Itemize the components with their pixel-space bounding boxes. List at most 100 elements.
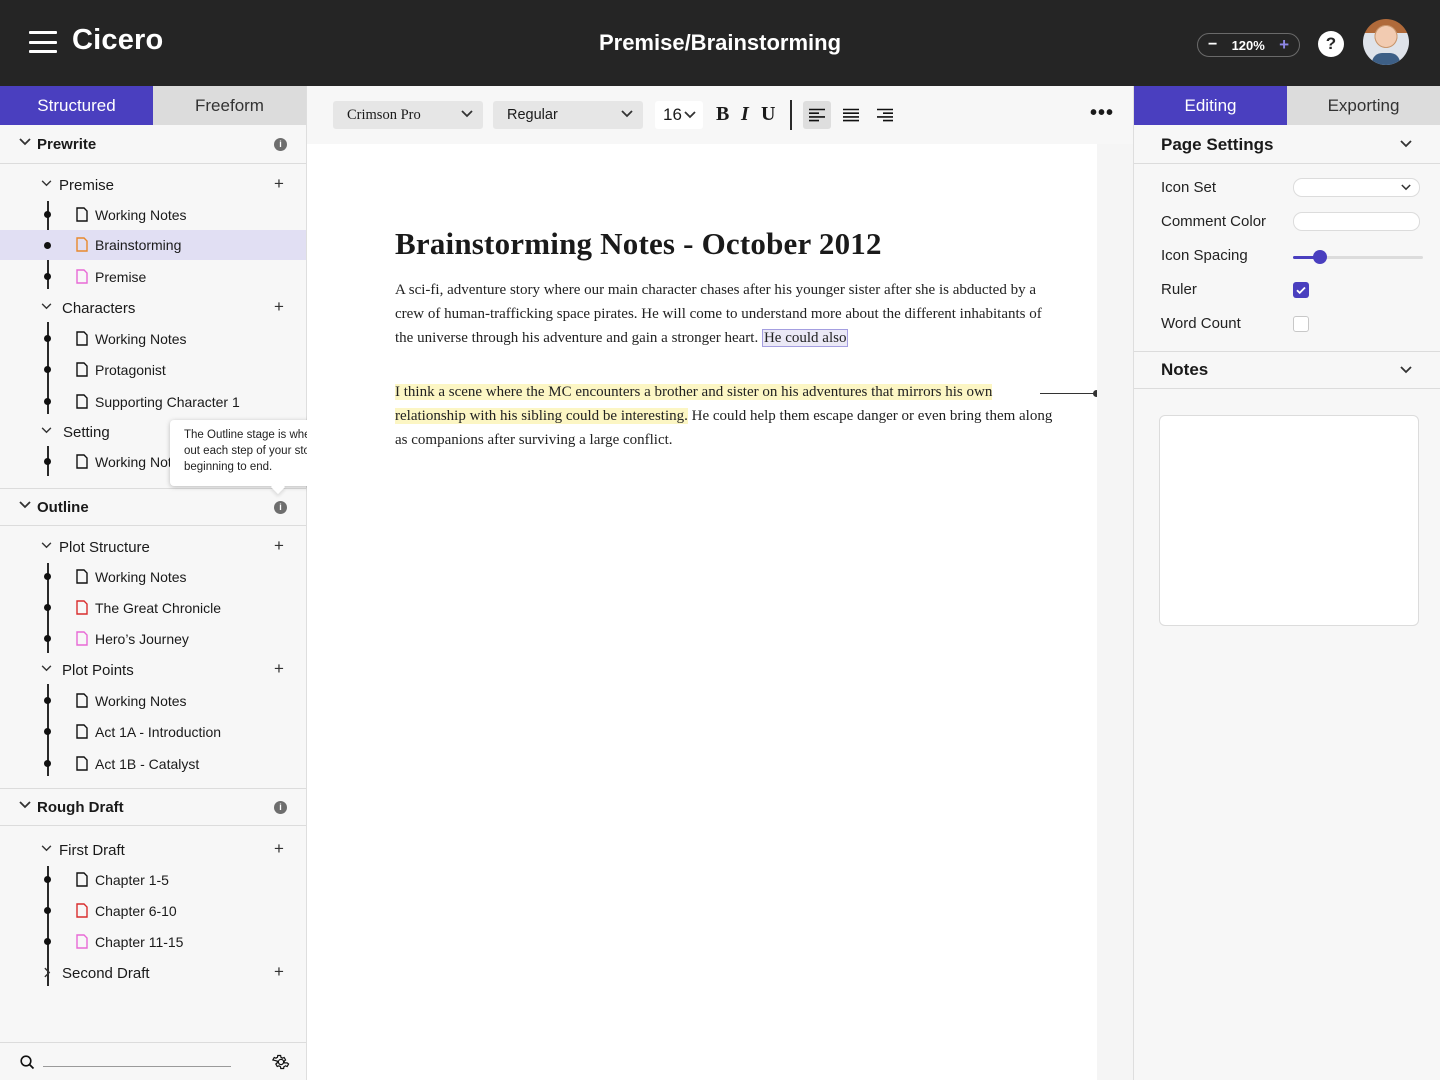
page-settings-header[interactable]: Page Settings <box>1134 126 1440 164</box>
align-left-button[interactable] <box>803 101 831 129</box>
section-rough-draft[interactable]: Rough Draft i <box>0 788 306 826</box>
zoom-level: 120% <box>1231 37 1265 53</box>
document-icon <box>76 207 88 222</box>
document-heading[interactable]: Brainstorming Notes - October 2012 <box>395 226 882 262</box>
tree-item[interactable]: Working Notes <box>0 200 306 230</box>
italic-button[interactable]: I <box>741 103 749 126</box>
font-family-select[interactable]: Crimson Pro <box>333 101 483 129</box>
add-icon[interactable]: + <box>274 962 284 982</box>
item-label: Chapter 1-5 <box>95 872 169 888</box>
slider-thumb[interactable] <box>1313 250 1328 264</box>
group-premise[interactable]: Premise + <box>0 171 306 199</box>
document-icon <box>76 631 88 646</box>
ruler-checkbox[interactable] <box>1293 282 1309 298</box>
tree-item[interactable]: The Great Chronicle <box>0 593 306 623</box>
paragraph-1[interactable]: A sci-fi, adventure story where our main… <box>395 278 1060 350</box>
checkmark-icon <box>1296 286 1306 295</box>
font-size-value: 16 <box>663 105 682 124</box>
tree-item[interactable]: Premise <box>0 262 306 292</box>
item-label: Chapter 6-10 <box>95 903 177 919</box>
comment-connector <box>1040 393 1095 394</box>
add-icon[interactable]: + <box>274 659 284 679</box>
tree-item[interactable]: Supporting Character 1 <box>0 387 306 417</box>
tree-item[interactable]: Chapter 11-15 <box>0 927 306 957</box>
document-icon <box>76 872 88 887</box>
zoom-control: − 120% + <box>1197 33 1300 57</box>
paragraph-2[interactable]: I think a scene where the MC encounters … <box>395 380 1060 452</box>
underline-button[interactable]: U <box>761 103 775 126</box>
section-prewrite[interactable]: Prewrite i <box>0 126 306 164</box>
group-second-draft[interactable]: Second Draft + <box>0 959 306 987</box>
chevron-right-icon <box>44 967 51 978</box>
gear-icon[interactable] <box>272 1053 290 1071</box>
help-icon[interactable]: ? <box>1318 31 1344 57</box>
selected-text[interactable]: He could also <box>761 329 849 347</box>
group-first-draft[interactable]: First Draft + <box>0 836 306 864</box>
icon-set-label: Icon Set <box>1161 179 1217 196</box>
notes-header[interactable]: Notes <box>1134 351 1440 389</box>
tree-item[interactable]: Hero’s Journey <box>0 624 306 654</box>
icon-spacing-slider[interactable] <box>1293 250 1423 264</box>
notes-textarea[interactable] <box>1159 415 1419 626</box>
paragraph-text: A sci-fi, adventure story where our main… <box>395 282 1042 346</box>
tree-item[interactable]: Working Notes <box>0 324 306 354</box>
zoom-out-button[interactable]: − <box>1208 36 1217 54</box>
info-icon[interactable]: i <box>274 501 287 514</box>
add-icon[interactable]: + <box>274 297 284 317</box>
font-weight-select[interactable]: Regular <box>493 101 643 129</box>
chevron-down-icon <box>19 801 31 809</box>
add-icon[interactable]: + <box>274 174 284 194</box>
add-icon[interactable]: + <box>274 839 284 859</box>
tree-item[interactable]: Act 1A - Introduction <box>0 717 306 747</box>
document-icon <box>76 237 88 252</box>
group-plot-points[interactable]: Plot Points + <box>0 656 306 684</box>
item-label: Brainstorming <box>95 237 182 253</box>
document-page[interactable]: Brainstorming Notes - October 2012 A sci… <box>307 144 1122 1080</box>
tab-structured[interactable]: Structured <box>0 86 153 125</box>
info-icon[interactable]: i <box>274 138 287 151</box>
info-icon[interactable]: i <box>274 801 287 814</box>
tree-item[interactable]: Chapter 1-5 <box>0 865 306 895</box>
tree-item[interactable]: Working Notes <box>0 562 306 592</box>
chevron-down-icon <box>41 542 52 549</box>
tree-item[interactable]: Protagonist <box>0 355 306 385</box>
tree-item[interactable]: Chapter 6-10 <box>0 896 306 926</box>
item-label: Protagonist <box>95 362 166 378</box>
item-label: Working Notes <box>95 693 187 709</box>
icon-set-select[interactable] <box>1293 178 1420 197</box>
align-right-button[interactable] <box>871 101 899 129</box>
section-outline[interactable]: Outline i <box>0 488 306 526</box>
item-label: Act 1A - Introduction <box>95 724 222 740</box>
group-plot-structure[interactable]: Plot Structure + <box>0 533 306 561</box>
comment-color-field[interactable] <box>1293 212 1420 231</box>
group-characters[interactable]: Characters + <box>0 294 306 322</box>
document-icon <box>76 600 88 615</box>
comment-gutter <box>1097 144 1133 1080</box>
group-label: Premise <box>59 176 115 194</box>
tree-item[interactable]: Working Notes <box>0 686 306 716</box>
left-tabs: Structured Freeform <box>0 86 306 125</box>
search-icon[interactable] <box>20 1055 35 1070</box>
item-label: Chapter 11-15 <box>95 934 184 950</box>
item-label: The Great Chronicle <box>95 600 222 616</box>
font-size-select[interactable]: 16 <box>655 101 703 129</box>
right-panel: Editing Exporting Page Settings Icon Set… <box>1133 86 1440 1080</box>
avatar[interactable] <box>1363 19 1409 65</box>
tab-exporting[interactable]: Exporting <box>1287 86 1440 125</box>
search-input[interactable] <box>43 1066 231 1067</box>
bold-button[interactable]: B <box>716 103 729 126</box>
tab-freeform[interactable]: Freeform <box>153 86 306 125</box>
tab-editing[interactable]: Editing <box>1134 86 1287 125</box>
document-icon <box>76 903 88 918</box>
more-options-icon[interactable]: ••• <box>1090 103 1114 123</box>
chevron-down-icon <box>41 845 52 852</box>
zoom-in-button[interactable]: + <box>1279 35 1289 55</box>
add-icon[interactable]: + <box>274 536 284 556</box>
tree-item[interactable]: Act 1B - Catalyst <box>0 749 306 779</box>
toolbar-divider <box>790 100 792 130</box>
comment-color-label: Comment Color <box>1161 213 1267 230</box>
align-center-button[interactable] <box>837 101 865 129</box>
item-label: Working Notes <box>95 207 187 223</box>
chevron-down-icon <box>1401 184 1411 191</box>
word-count-checkbox[interactable] <box>1293 316 1309 332</box>
